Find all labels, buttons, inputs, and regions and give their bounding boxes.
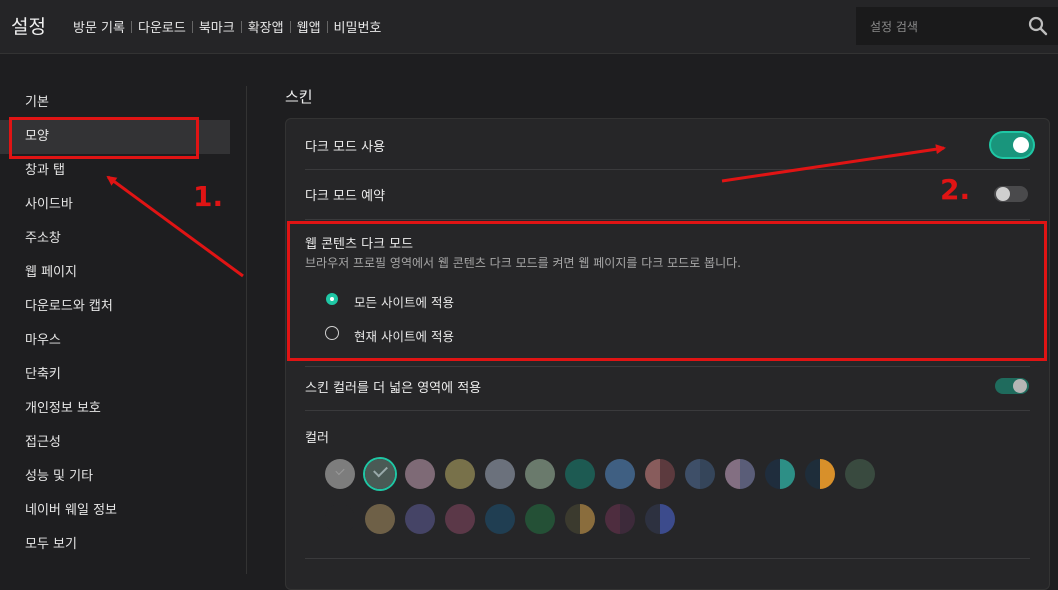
arrow-to-appearance xyxy=(106,175,244,278)
annotation-arrows xyxy=(106,144,946,278)
arrow-to-dark-toggle xyxy=(721,144,946,183)
